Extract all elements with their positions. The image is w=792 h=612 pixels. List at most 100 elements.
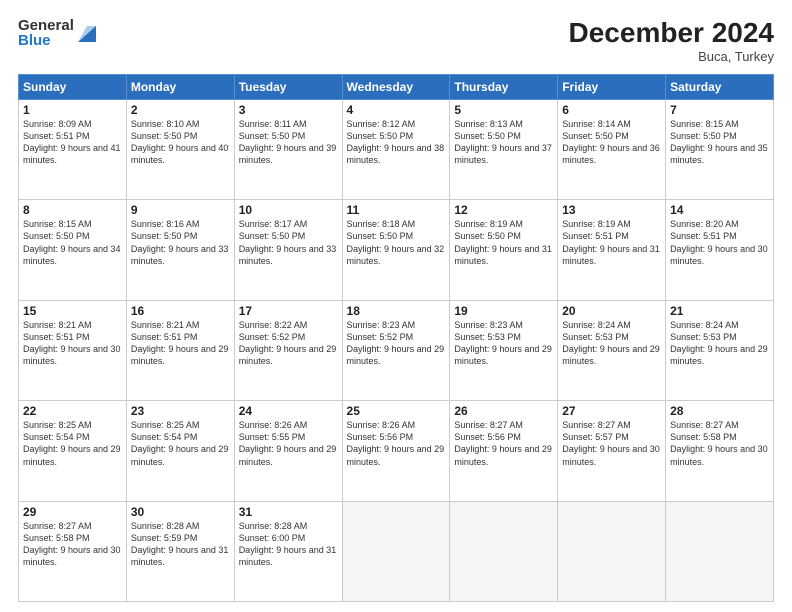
sunset-text: Sunset: 5:56 PM xyxy=(347,432,414,442)
daylight-text: Daylight: 9 hours and 31 minutes. xyxy=(454,244,552,266)
sunrise-text: Sunrise: 8:15 AM xyxy=(23,219,92,229)
daylight-text: Daylight: 9 hours and 29 minutes. xyxy=(347,444,445,466)
daylight-text: Daylight: 9 hours and 29 minutes. xyxy=(239,344,337,366)
table-row: 19 Sunrise: 8:23 AM Sunset: 5:53 PM Dayl… xyxy=(450,300,558,400)
sunset-text: Sunset: 5:50 PM xyxy=(454,231,521,241)
table-row xyxy=(450,501,558,601)
sunset-text: Sunset: 5:50 PM xyxy=(454,131,521,141)
sunset-text: Sunset: 5:51 PM xyxy=(23,131,90,141)
cell-info: Sunrise: 8:24 AM Sunset: 5:53 PM Dayligh… xyxy=(562,319,661,368)
daylight-text: Daylight: 9 hours and 31 minutes. xyxy=(131,545,229,567)
daylight-text: Daylight: 9 hours and 29 minutes. xyxy=(454,444,552,466)
daylight-text: Daylight: 9 hours and 31 minutes. xyxy=(239,545,337,567)
day-number: 28 xyxy=(670,404,769,418)
table-row: 26 Sunrise: 8:27 AM Sunset: 5:56 PM Dayl… xyxy=(450,401,558,501)
cell-info: Sunrise: 8:14 AM Sunset: 5:50 PM Dayligh… xyxy=(562,118,661,167)
table-row: 28 Sunrise: 8:27 AM Sunset: 5:58 PM Dayl… xyxy=(666,401,774,501)
sunrise-text: Sunrise: 8:15 AM xyxy=(670,119,739,129)
table-row: 29 Sunrise: 8:27 AM Sunset: 5:58 PM Dayl… xyxy=(19,501,127,601)
sunrise-text: Sunrise: 8:19 AM xyxy=(454,219,523,229)
daylight-text: Daylight: 9 hours and 30 minutes. xyxy=(562,444,660,466)
table-row: 22 Sunrise: 8:25 AM Sunset: 5:54 PM Dayl… xyxy=(19,401,127,501)
sunset-text: Sunset: 5:53 PM xyxy=(562,332,629,342)
day-number: 7 xyxy=(670,103,769,117)
day-number: 12 xyxy=(454,203,553,217)
sunset-text: Sunset: 5:58 PM xyxy=(23,533,90,543)
day-number: 31 xyxy=(239,505,338,519)
daylight-text: Daylight: 9 hours and 40 minutes. xyxy=(131,143,229,165)
sunrise-text: Sunrise: 8:20 AM xyxy=(670,219,739,229)
cell-info: Sunrise: 8:28 AM Sunset: 5:59 PM Dayligh… xyxy=(131,520,230,569)
day-number: 16 xyxy=(131,304,230,318)
cell-info: Sunrise: 8:24 AM Sunset: 5:53 PM Dayligh… xyxy=(670,319,769,368)
col-tuesday: Tuesday xyxy=(234,74,342,99)
cell-info: Sunrise: 8:16 AM Sunset: 5:50 PM Dayligh… xyxy=(131,218,230,267)
table-row: 14 Sunrise: 8:20 AM Sunset: 5:51 PM Dayl… xyxy=(666,200,774,300)
day-number: 29 xyxy=(23,505,122,519)
table-row: 10 Sunrise: 8:17 AM Sunset: 5:50 PM Dayl… xyxy=(234,200,342,300)
day-number: 18 xyxy=(347,304,446,318)
cell-info: Sunrise: 8:19 AM Sunset: 5:50 PM Dayligh… xyxy=(454,218,553,267)
cell-info: Sunrise: 8:15 AM Sunset: 5:50 PM Dayligh… xyxy=(23,218,122,267)
calendar-row: 1 Sunrise: 8:09 AM Sunset: 5:51 PM Dayli… xyxy=(19,99,774,199)
day-number: 30 xyxy=(131,505,230,519)
table-row: 8 Sunrise: 8:15 AM Sunset: 5:50 PM Dayli… xyxy=(19,200,127,300)
sunrise-text: Sunrise: 8:10 AM xyxy=(131,119,200,129)
cell-info: Sunrise: 8:18 AM Sunset: 5:50 PM Dayligh… xyxy=(347,218,446,267)
sunset-text: Sunset: 5:59 PM xyxy=(131,533,198,543)
sunrise-text: Sunrise: 8:27 AM xyxy=(562,420,631,430)
sunrise-text: Sunrise: 8:16 AM xyxy=(131,219,200,229)
day-number: 14 xyxy=(670,203,769,217)
daylight-text: Daylight: 9 hours and 29 minutes. xyxy=(23,444,121,466)
col-wednesday: Wednesday xyxy=(342,74,450,99)
daylight-text: Daylight: 9 hours and 32 minutes. xyxy=(347,244,445,266)
calendar-table: Sunday Monday Tuesday Wednesday Thursday… xyxy=(18,74,774,602)
col-thursday: Thursday xyxy=(450,74,558,99)
sunset-text: Sunset: 5:51 PM xyxy=(562,231,629,241)
table-row: 24 Sunrise: 8:26 AM Sunset: 5:55 PM Dayl… xyxy=(234,401,342,501)
sunset-text: Sunset: 5:52 PM xyxy=(239,332,306,342)
day-number: 1 xyxy=(23,103,122,117)
cell-info: Sunrise: 8:26 AM Sunset: 5:56 PM Dayligh… xyxy=(347,419,446,468)
sunrise-text: Sunrise: 8:28 AM xyxy=(131,521,200,531)
logo-blue: Blue xyxy=(18,33,74,48)
table-row: 25 Sunrise: 8:26 AM Sunset: 5:56 PM Dayl… xyxy=(342,401,450,501)
cell-info: Sunrise: 8:12 AM Sunset: 5:50 PM Dayligh… xyxy=(347,118,446,167)
sunrise-text: Sunrise: 8:17 AM xyxy=(239,219,308,229)
header-row: Sunday Monday Tuesday Wednesday Thursday… xyxy=(19,74,774,99)
sunrise-text: Sunrise: 8:19 AM xyxy=(562,219,631,229)
cell-info: Sunrise: 8:23 AM Sunset: 5:52 PM Dayligh… xyxy=(347,319,446,368)
day-number: 23 xyxy=(131,404,230,418)
daylight-text: Daylight: 9 hours and 29 minutes. xyxy=(562,344,660,366)
sunset-text: Sunset: 5:50 PM xyxy=(239,231,306,241)
table-row: 13 Sunrise: 8:19 AM Sunset: 5:51 PM Dayl… xyxy=(558,200,666,300)
table-row: 23 Sunrise: 8:25 AM Sunset: 5:54 PM Dayl… xyxy=(126,401,234,501)
cell-info: Sunrise: 8:27 AM Sunset: 5:58 PM Dayligh… xyxy=(23,520,122,569)
table-row: 4 Sunrise: 8:12 AM Sunset: 5:50 PM Dayli… xyxy=(342,99,450,199)
sunrise-text: Sunrise: 8:27 AM xyxy=(670,420,739,430)
sunrise-text: Sunrise: 8:24 AM xyxy=(562,320,631,330)
daylight-text: Daylight: 9 hours and 37 minutes. xyxy=(454,143,552,165)
sunrise-text: Sunrise: 8:09 AM xyxy=(23,119,92,129)
sunset-text: Sunset: 5:50 PM xyxy=(562,131,629,141)
table-row: 5 Sunrise: 8:13 AM Sunset: 5:50 PM Dayli… xyxy=(450,99,558,199)
daylight-text: Daylight: 9 hours and 29 minutes. xyxy=(131,444,229,466)
calendar-row: 8 Sunrise: 8:15 AM Sunset: 5:50 PM Dayli… xyxy=(19,200,774,300)
day-number: 20 xyxy=(562,304,661,318)
cell-info: Sunrise: 8:21 AM Sunset: 5:51 PM Dayligh… xyxy=(131,319,230,368)
day-number: 8 xyxy=(23,203,122,217)
sunset-text: Sunset: 5:53 PM xyxy=(670,332,737,342)
daylight-text: Daylight: 9 hours and 35 minutes. xyxy=(670,143,768,165)
cell-info: Sunrise: 8:23 AM Sunset: 5:53 PM Dayligh… xyxy=(454,319,553,368)
cell-info: Sunrise: 8:21 AM Sunset: 5:51 PM Dayligh… xyxy=(23,319,122,368)
cell-info: Sunrise: 8:27 AM Sunset: 5:58 PM Dayligh… xyxy=(670,419,769,468)
daylight-text: Daylight: 9 hours and 29 minutes. xyxy=(239,444,337,466)
daylight-text: Daylight: 9 hours and 29 minutes. xyxy=(670,344,768,366)
sunset-text: Sunset: 5:51 PM xyxy=(670,231,737,241)
col-monday: Monday xyxy=(126,74,234,99)
sunrise-text: Sunrise: 8:27 AM xyxy=(454,420,523,430)
calendar-row: 15 Sunrise: 8:21 AM Sunset: 5:51 PM Dayl… xyxy=(19,300,774,400)
daylight-text: Daylight: 9 hours and 36 minutes. xyxy=(562,143,660,165)
cell-info: Sunrise: 8:26 AM Sunset: 5:55 PM Dayligh… xyxy=(239,419,338,468)
sunset-text: Sunset: 5:52 PM xyxy=(347,332,414,342)
